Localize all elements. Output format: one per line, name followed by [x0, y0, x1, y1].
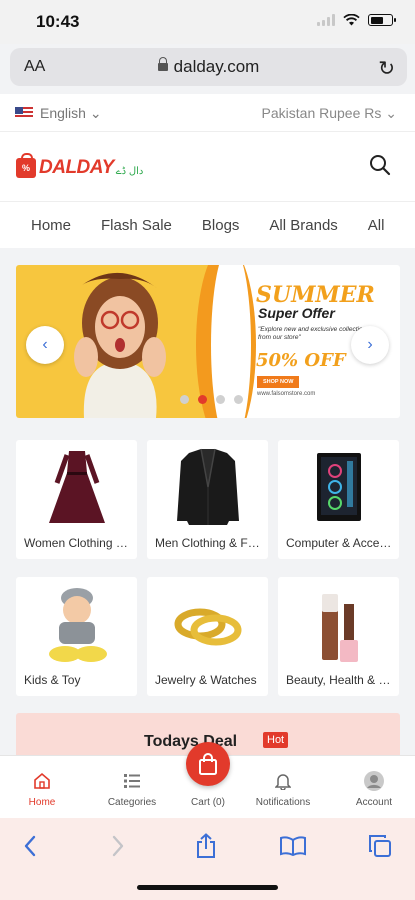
carousel-dots — [180, 395, 243, 404]
reload-icon[interactable]: ↻ — [378, 56, 395, 81]
bottom-nav-account[interactable]: Account — [332, 770, 415, 808]
tabs-button[interactable] — [360, 832, 400, 860]
lock-icon — [157, 57, 168, 71]
locale-bar: English ⌄ Pakistan Rupee Rs ⌄ — [0, 94, 415, 132]
category-card-women[interactable]: Women Clothing & Fashion — [16, 440, 137, 559]
category-label: Men Clothing & Fashion — [155, 536, 263, 550]
search-icon[interactable] — [369, 154, 391, 176]
forward-button[interactable] — [98, 832, 138, 860]
category-card-kids[interactable]: Kids & Toy — [16, 577, 137, 696]
chevron-down-icon: ⌄ — [385, 105, 397, 121]
category-label: Beauty, Health & Hair — [286, 673, 394, 687]
language-selector[interactable]: English ⌄ — [40, 105, 102, 122]
language-label: English — [40, 105, 86, 121]
avatar-icon — [364, 771, 384, 791]
shop-now-button[interactable]: SHOP NOW — [257, 376, 300, 388]
book-icon — [280, 836, 306, 856]
carousel-prev-button[interactable]: ‹ — [26, 326, 64, 364]
list-icon — [124, 774, 140, 788]
brand-tagline: دال ڈے — [115, 165, 144, 177]
dress-icon — [48, 451, 105, 523]
category-label: Kids & Toy — [24, 673, 81, 687]
status-bar: 10:43 — [0, 0, 415, 44]
site-header: % DALDAY دال ڈے — [0, 132, 415, 202]
battery-icon — [368, 14, 396, 26]
clock: 10:43 — [36, 12, 80, 31]
baby-icon — [48, 588, 107, 662]
carousel-dot[interactable] — [234, 395, 243, 404]
chevron-left-icon — [24, 835, 36, 857]
chevron-left-icon: ‹ — [42, 336, 48, 353]
back-button[interactable] — [10, 832, 50, 860]
chevron-right-icon: › — [367, 336, 373, 353]
cosmetics-icon — [321, 594, 358, 662]
carousel-dot[interactable] — [180, 395, 189, 404]
logo[interactable]: % DALDAY دال ڈے — [16, 153, 144, 179]
category-card-jewelry[interactable]: Jewelry & Watches — [147, 577, 268, 696]
bottom-nav-notifications[interactable]: Notifications — [241, 770, 325, 808]
category-label: Women Clothing & Fashion — [24, 536, 132, 550]
category-card-men[interactable]: Men Clothing & Fashion — [147, 440, 268, 559]
home-indicator — [137, 885, 278, 890]
nav-flash-sale[interactable]: Flash Sale — [101, 217, 172, 234]
currency-label: Pakistan Rupee Rs — [261, 105, 382, 121]
category-label: Jewelry & Watches — [155, 673, 257, 687]
carousel-dot[interactable] — [216, 395, 225, 404]
chevron-down-icon: ⌄ — [89, 105, 102, 121]
carousel-next-button[interactable]: › — [351, 326, 389, 364]
currency-selector[interactable]: Pakistan Rupee Rs ⌄ — [262, 105, 397, 122]
cellular-signal-icon — [317, 14, 335, 26]
nav-all-brands[interactable]: All Brands — [269, 217, 337, 234]
banner-site: www.falsomstore.com — [257, 391, 316, 397]
bell-icon — [275, 774, 291, 790]
carousel-dot-active[interactable] — [198, 395, 207, 404]
chevron-right-icon — [112, 835, 124, 857]
home-icon — [34, 772, 50, 789]
surprised-woman-image — [74, 272, 166, 418]
category-card-beauty[interactable]: Beauty, Health & Hair — [278, 577, 399, 696]
blazer-icon — [176, 448, 239, 525]
shopping-bag-icon — [199, 753, 217, 775]
nav-home[interactable]: Home — [31, 217, 71, 234]
share-icon — [197, 833, 215, 858]
tabs-icon — [369, 835, 391, 857]
shopping-bag-logo-icon: % — [16, 153, 36, 178]
address-bar[interactable]: AA dalday.com ↻ — [10, 48, 407, 86]
category-card-computer[interactable]: Computer & Accessories — [278, 440, 399, 559]
bottom-nav-home[interactable]: Home — [0, 770, 84, 808]
nav-blogs[interactable]: Blogs — [202, 217, 240, 234]
bookmarks-button[interactable] — [273, 832, 313, 860]
rings-icon — [174, 608, 241, 646]
bottom-nav-categories[interactable]: Categories — [90, 770, 174, 808]
nav-all[interactable]: All — [368, 217, 385, 234]
top-nav: Home Flash Sale Blogs All Brands All — [0, 202, 415, 248]
banner-discount: 50% OFF — [256, 350, 346, 371]
url-text: dalday.com — [173, 57, 260, 76]
category-label: Computer & Accessories — [286, 536, 394, 550]
cart-button[interactable] — [186, 742, 230, 786]
wifi-icon — [343, 14, 360, 26]
pc-case-icon — [316, 453, 361, 521]
us-flag-icon — [15, 107, 33, 119]
share-button[interactable] — [186, 832, 226, 860]
hot-badge: Hot — [263, 732, 289, 748]
brand-name: DALDAY — [39, 157, 114, 178]
banner-subhead: Super Offer — [258, 305, 335, 321]
